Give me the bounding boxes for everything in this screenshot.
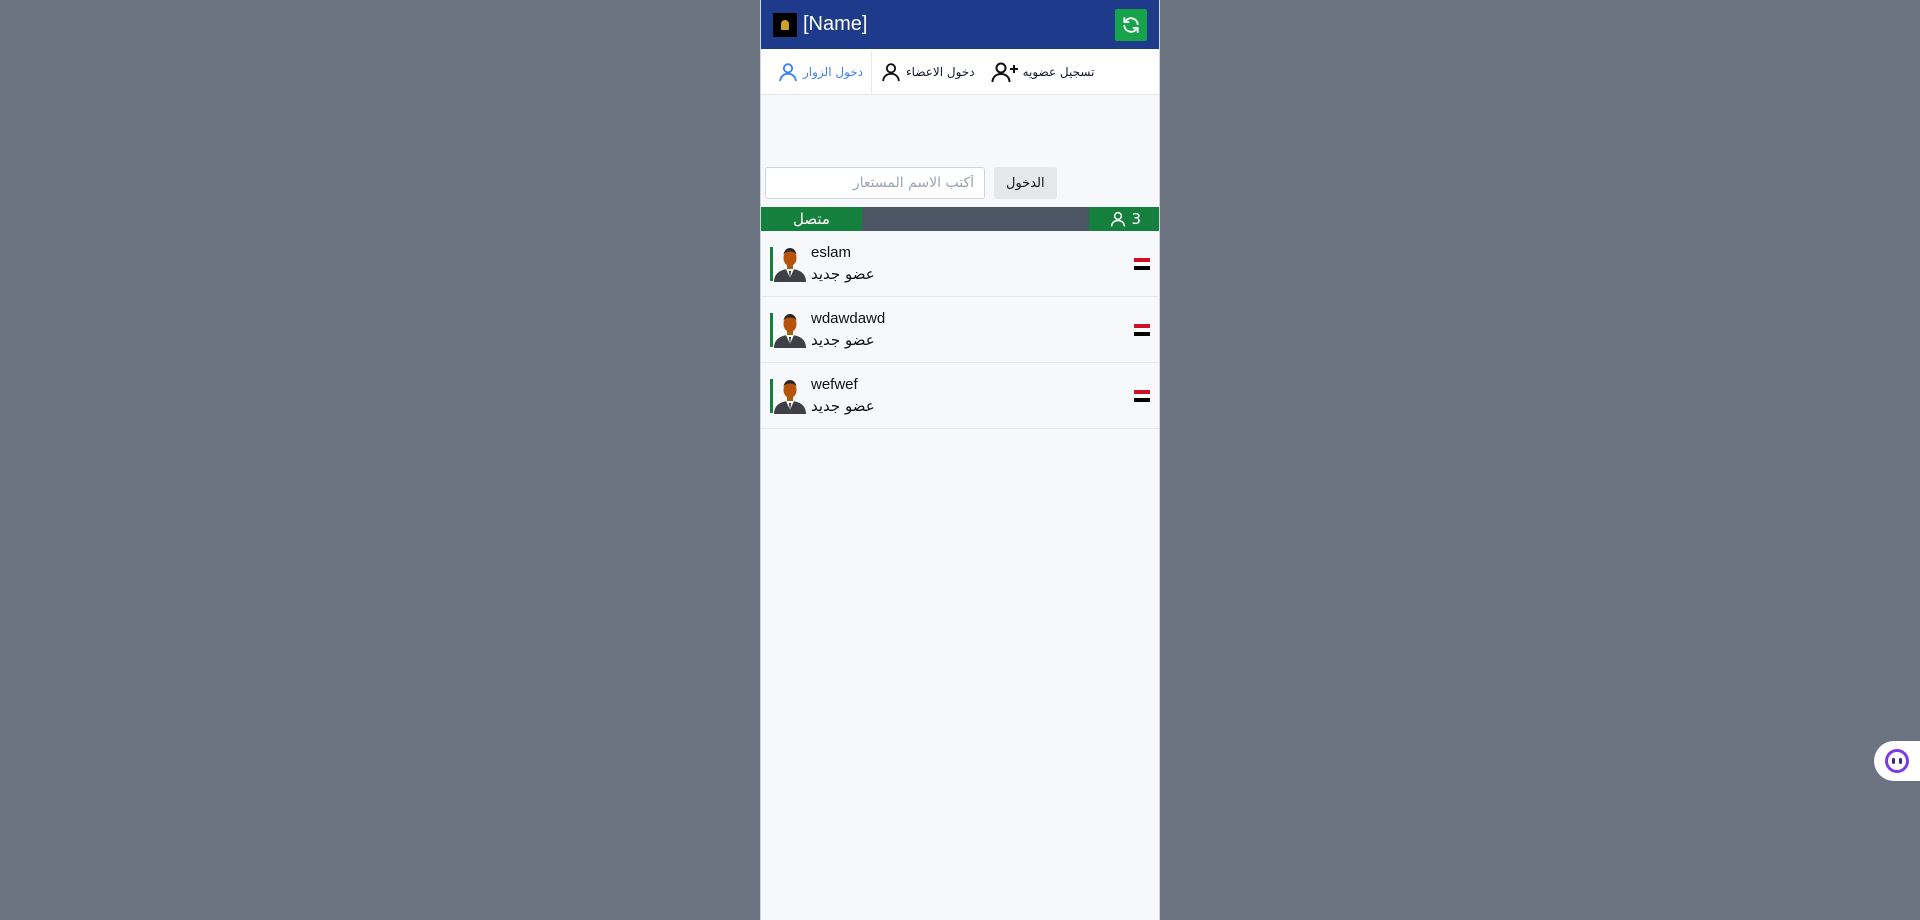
egypt-flag-icon xyxy=(1134,324,1150,336)
avatar xyxy=(774,379,806,414)
user-status: عضو جديد xyxy=(811,264,875,283)
user-status: عضو جديد xyxy=(811,330,875,349)
tab-member-login[interactable]: دخول الاعضاء xyxy=(872,51,983,93)
visitor-login-form: الدخول xyxy=(765,167,1057,199)
login-tabs: دخول الزوار دخول الاعضاء تسجيل عضويه xyxy=(761,49,1159,95)
chat-widget-button[interactable] xyxy=(1874,741,1920,781)
user-name: wdawdawd xyxy=(811,309,886,327)
online-count: 3 xyxy=(1089,207,1159,231)
egypt-flag-icon xyxy=(1134,390,1150,402)
user-status: عضو جديد xyxy=(811,396,875,415)
online-user-list: eslam عضو جديد wdawdawd عضو جديد wefwef … xyxy=(761,231,1159,429)
app-header: [Name] xyxy=(761,0,1159,49)
avatar xyxy=(774,247,806,282)
user-info: eslam عضو جديد xyxy=(811,243,875,285)
chat-app: [Name] دخول الزوار دخول الاعضاء تسجيل عض… xyxy=(760,0,1160,920)
refresh-icon xyxy=(1123,17,1139,33)
tab-visitor-login[interactable]: دخول الزوار xyxy=(769,50,873,93)
user-plus-icon xyxy=(991,62,1018,82)
app-title: [Name] xyxy=(803,13,868,35)
user-icon xyxy=(1111,211,1126,227)
bot-icon xyxy=(1885,749,1909,773)
app-logo xyxy=(773,12,797,37)
online-status-bar: متصل 3 xyxy=(761,207,1159,231)
user-name: wefwef xyxy=(811,375,858,393)
tab-register[interactable]: تسجيل عضويه xyxy=(983,51,1103,93)
nickname-input[interactable] xyxy=(765,167,985,199)
list-item[interactable]: eslam عضو جديد xyxy=(761,231,1159,297)
tab-label: تسجيل عضويه xyxy=(1022,64,1095,79)
tab-label: دخول الاعضاء xyxy=(906,64,975,79)
egypt-flag-icon xyxy=(1134,258,1150,270)
list-item[interactable]: wdawdawd عضو جديد xyxy=(761,297,1159,363)
online-label: متصل xyxy=(761,207,862,231)
tab-label: دخول الزوار xyxy=(803,64,864,79)
user-icon xyxy=(779,62,797,81)
user-info: wefwef عضو جديد xyxy=(811,375,875,417)
user-name: eslam xyxy=(811,243,852,261)
user-icon xyxy=(882,62,900,81)
enter-button[interactable]: الدخول xyxy=(994,167,1057,199)
avatar xyxy=(774,313,806,348)
user-info: wdawdawd عضو جديد xyxy=(811,309,885,351)
online-count-value: 3 xyxy=(1131,210,1141,228)
refresh-button[interactable] xyxy=(1115,9,1147,41)
list-item[interactable]: wefwef عضو جديد xyxy=(761,363,1159,429)
